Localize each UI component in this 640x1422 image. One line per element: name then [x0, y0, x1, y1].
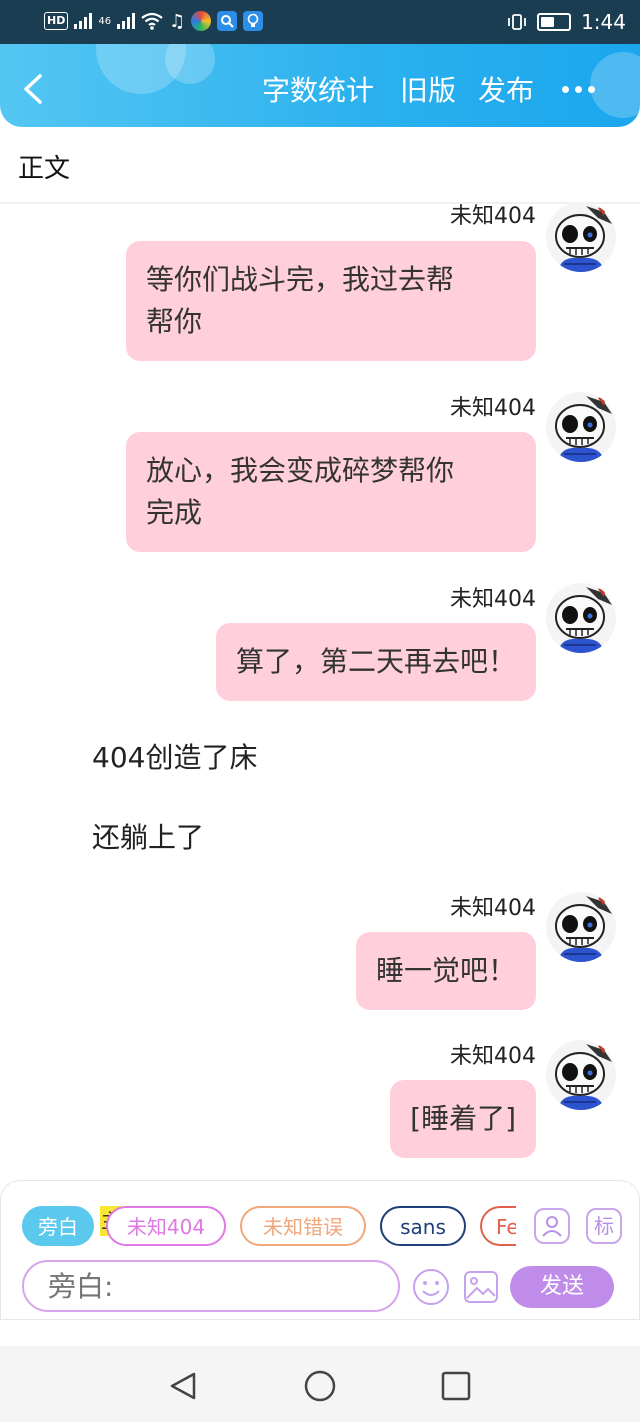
- hd-voice-icon: HD: [44, 12, 69, 30]
- status-bar: HD 46 ♫ 1:44: [0, 0, 640, 44]
- message-bubble[interactable]: [睡着了]: [390, 1080, 536, 1158]
- vibrate-icon: [507, 11, 527, 33]
- user-card-icon: [542, 1216, 562, 1237]
- music-icon: ♫: [169, 10, 186, 32]
- chevron-left-icon: [24, 74, 42, 104]
- clock: 1:44: [581, 10, 626, 34]
- speaker-name: 未知404: [450, 587, 536, 612]
- image-button[interactable]: [462, 1268, 500, 1306]
- signal-icon: [74, 10, 93, 32]
- old-version-button[interactable]: 旧版: [400, 74, 456, 108]
- role-manage-button[interactable]: [534, 1208, 570, 1244]
- system-nav-bar: [0, 1346, 640, 1422]
- signal-icon: [117, 10, 136, 32]
- header-decoration: [590, 52, 640, 118]
- nav-home-button[interactable]: [300, 1366, 340, 1406]
- triangle-back-icon: [170, 1372, 196, 1400]
- message-bubble[interactable]: 放心，我会变成碎梦帮你 完成: [126, 432, 536, 552]
- speaker-name: 未知404: [450, 1044, 536, 1069]
- nav-back-button[interactable]: [164, 1366, 204, 1406]
- message-line: 放心，我会变成碎梦帮你: [146, 454, 455, 487]
- square-recents-icon: [441, 1371, 471, 1401]
- message-line: 睡一觉吧！: [375, 954, 516, 987]
- speaker-name: 未知404: [450, 204, 536, 229]
- section-title: 正文: [18, 154, 71, 184]
- app-header: 字数统计 旧版 发布: [0, 44, 640, 127]
- publish-button[interactable]: 发布: [478, 74, 534, 108]
- tag-button[interactable]: 标: [586, 1208, 622, 1244]
- avatar[interactable]: [546, 1040, 616, 1110]
- nav-recents-button[interactable]: [436, 1366, 476, 1406]
- message-input[interactable]: [22, 1260, 400, 1312]
- divider: [0, 202, 640, 204]
- character-avatar-icon: [546, 892, 616, 962]
- more-dots-icon[interactable]: [562, 86, 595, 93]
- avatar[interactable]: [546, 202, 616, 272]
- narration-text[interactable]: 404创造了床: [92, 736, 257, 776]
- message-bubble[interactable]: 睡一觉吧！: [355, 932, 536, 1010]
- search-app-icon: [217, 11, 238, 31]
- app-notification-icon: [191, 11, 212, 31]
- role-chip-narrator[interactable]: 旁白: [22, 1206, 94, 1246]
- character-avatar-icon: [546, 583, 616, 653]
- role-chip-weizhi404[interactable]: 未知404: [106, 1206, 226, 1246]
- role-chip-sans[interactable]: sans: [380, 1206, 466, 1246]
- speaker-name: 未知404: [450, 896, 536, 921]
- battery-icon: [537, 13, 572, 31]
- avatar[interactable]: [546, 583, 616, 653]
- message-line: 等你们战斗完，我过去帮: [146, 263, 455, 296]
- network-type-label: 46: [98, 15, 112, 27]
- image-icon: [464, 1271, 498, 1303]
- message-line: 完成: [146, 496, 203, 529]
- message-bubble[interactable]: 等你们战斗完，我过去帮 帮你: [126, 241, 536, 361]
- message-line: 帮你: [146, 305, 203, 338]
- battery-level: [541, 17, 555, 27]
- circle-home-icon: [304, 1370, 336, 1402]
- lightbulb-app-icon: [243, 11, 264, 31]
- character-avatar-icon: [546, 392, 616, 462]
- speaker-name: 未知404: [450, 396, 536, 421]
- avatar[interactable]: [546, 892, 616, 962]
- character-avatar-icon: [546, 202, 616, 272]
- narration-text[interactable]: 还躺上了: [92, 816, 204, 856]
- character-avatar-icon: [546, 1040, 616, 1110]
- wifi-icon: [141, 10, 163, 32]
- send-button[interactable]: 发送: [510, 1266, 614, 1308]
- smiley-icon: [413, 1269, 449, 1305]
- emoji-button[interactable]: [412, 1268, 450, 1306]
- role-chip-fe[interactable]: Fe: [480, 1206, 516, 1246]
- message-bubble[interactable]: 算了，第二天再去吧！: [215, 623, 536, 701]
- message-line: 算了，第二天再去吧！: [235, 645, 516, 678]
- message-line: [睡着了]: [410, 1102, 516, 1135]
- back-button[interactable]: [14, 68, 54, 108]
- avatar[interactable]: [546, 392, 616, 462]
- role-chip-weizhicuowu[interactable]: 未知错误: [240, 1206, 366, 1246]
- word-count-button[interactable]: 字数统计: [262, 74, 374, 108]
